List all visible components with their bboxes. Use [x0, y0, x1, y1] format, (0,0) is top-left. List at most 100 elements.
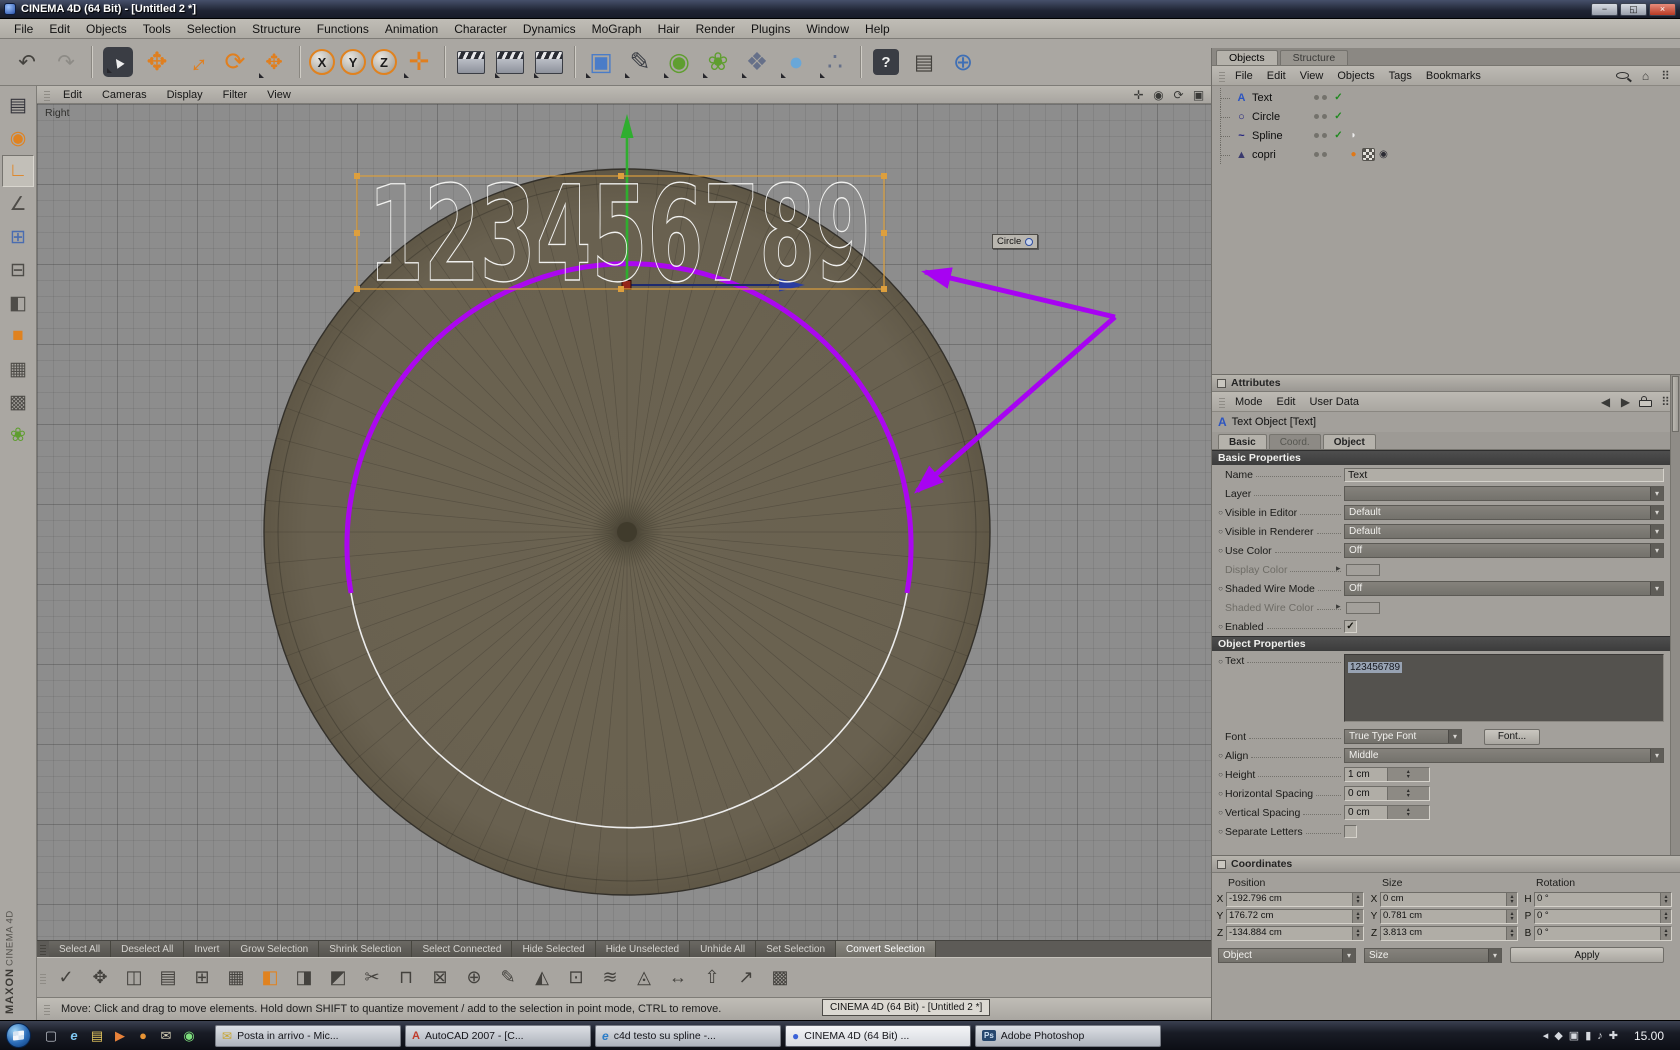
- enabled-checkmark[interactable]: ✓: [1332, 92, 1345, 103]
- size-mode-dropdown[interactable]: Size ▾: [1364, 947, 1502, 963]
- numeric-input[interactable]: 0 cm ▴ ▾: [1344, 805, 1430, 820]
- visibility-dots[interactable]: [1314, 133, 1327, 138]
- font-button[interactable]: Font...: [1484, 728, 1540, 745]
- menu-item[interactable]: Help: [857, 20, 898, 38]
- menu-item[interactable]: Structure: [244, 20, 309, 38]
- dropdown[interactable]: Default ▾: [1344, 505, 1664, 520]
- ie-icon[interactable]: e: [64, 1026, 84, 1046]
- keyframe-dot[interactable]: [1216, 584, 1225, 593]
- numeric-input[interactable]: 0.781 cm ▴ ▾: [1380, 909, 1518, 924]
- close-hole-icon[interactable]: ⊠: [423, 961, 457, 995]
- menu-item[interactable]: Selection: [179, 20, 244, 38]
- keyframe-dot[interactable]: [1216, 808, 1225, 817]
- menu-item[interactable]: MoGraph: [584, 20, 650, 38]
- dropdown-arrow-icon[interactable]: ▾: [1650, 525, 1663, 538]
- numeric-input[interactable]: 0 ° ▴ ▾: [1534, 909, 1672, 924]
- invert-button[interactable]: Invert: [184, 941, 231, 957]
- tray-display-icon[interactable]: ▣: [1569, 1029, 1579, 1042]
- dropdown-arrow-icon[interactable]: ▾: [1650, 544, 1663, 557]
- object-name[interactable]: Spline: [1252, 130, 1314, 142]
- convert-selection-button[interactable]: Convert Selection: [836, 941, 936, 957]
- panel-menu-icon[interactable]: ⠿: [1659, 69, 1672, 83]
- spinner[interactable]: ▴ ▾: [1506, 910, 1517, 923]
- object-row[interactable]: ▲ copri ● ◉: [1212, 145, 1680, 164]
- menu-item[interactable]: Dynamics: [515, 20, 584, 38]
- spinner[interactable]: ▴ ▾: [1352, 927, 1363, 940]
- tablet-icon[interactable]: ▤: [905, 42, 943, 82]
- viewport-menu-item[interactable]: Edit: [53, 89, 92, 101]
- bevel-icon[interactable]: ◩: [321, 961, 355, 995]
- toolbar-separator[interactable]: [574, 46, 576, 78]
- tray-expand-icon[interactable]: ◂: [1543, 1029, 1549, 1042]
- tab-object[interactable]: Object: [1322, 434, 1376, 449]
- object-mode-icon[interactable]: ◉: [2, 122, 34, 154]
- keyframe-dot[interactable]: [1216, 527, 1225, 536]
- spinner[interactable]: ▴ ▾: [1660, 893, 1671, 906]
- panel-menu-item[interactable]: Tags: [1382, 70, 1419, 82]
- lock-z-axis-icon[interactable]: Z: [371, 49, 397, 75]
- next-object-icon[interactable]: ▶: [1619, 395, 1632, 409]
- add-nurbs-icon[interactable]: ◉: [660, 42, 698, 82]
- object-tag[interactable]: ◗: [1347, 129, 1360, 142]
- dropdown-arrow-icon[interactable]: ▾: [1650, 749, 1663, 762]
- spinner[interactable]: ▴ ▾: [1506, 893, 1517, 906]
- texture-axis-mode-icon[interactable]: ▦: [2, 353, 34, 385]
- hide-selected-button[interactable]: Hide Selected: [512, 941, 596, 957]
- undo-icon[interactable]: ↶: [8, 42, 46, 82]
- dropdown[interactable]: Off ▾: [1344, 581, 1664, 596]
- render-view-icon[interactable]: [452, 42, 490, 82]
- tab-coord[interactable]: Coord.: [1268, 434, 1321, 449]
- snap-settings-icon[interactable]: ✓: [49, 961, 83, 995]
- menu-item[interactable]: Functions: [309, 20, 377, 38]
- menu-item[interactable]: Character: [446, 20, 515, 38]
- numeric-input[interactable]: 176.72 cm ▴ ▾: [1226, 909, 1364, 924]
- polygon-mode-icon[interactable]: ◧: [2, 287, 34, 319]
- visibility-dots[interactable]: [1314, 114, 1327, 119]
- deselect-all-button[interactable]: Deselect All: [111, 941, 185, 957]
- object-row[interactable]: ○ Circle ✓: [1212, 107, 1680, 126]
- spinner[interactable]: ▴ ▾: [1352, 893, 1363, 906]
- coordinate-system-icon[interactable]: ✛: [400, 42, 438, 82]
- pan-view-icon[interactable]: ✛: [1132, 88, 1145, 102]
- workplane-icon[interactable]: ▩: [2, 386, 34, 418]
- mirror-icon[interactable]: ◫: [117, 961, 151, 995]
- object-tag[interactable]: [1362, 148, 1375, 161]
- toolbar-separator[interactable]: [860, 46, 862, 78]
- prev-object-icon[interactable]: ◀: [1599, 395, 1612, 409]
- enabled-checkmark[interactable]: ✓: [1332, 111, 1345, 122]
- menu-item[interactable]: File: [6, 20, 41, 38]
- task-photoshop[interactable]: Ps Adobe Photoshop: [975, 1024, 1161, 1047]
- panel-menu-item[interactable]: View: [1293, 70, 1331, 82]
- spinner[interactable]: ▴ ▾: [1660, 927, 1671, 940]
- viewport-menu-item[interactable]: Filter: [213, 89, 257, 101]
- point-mode-icon[interactable]: ⊞: [2, 221, 34, 253]
- tab-basic[interactable]: Basic: [1218, 434, 1267, 449]
- coordinate-mode-dropdown[interactable]: Object ▾: [1218, 947, 1356, 963]
- dropdown-arrow-icon[interactable]: ▾: [1650, 506, 1663, 519]
- array-icon[interactable]: ▤: [151, 961, 185, 995]
- rotate-view-icon[interactable]: ⟳: [1172, 88, 1185, 102]
- brush-icon[interactable]: ✎: [491, 961, 525, 995]
- keyframe-dot[interactable]: [1216, 657, 1225, 666]
- viewport-menu-item[interactable]: View: [257, 89, 301, 101]
- task-c4d[interactable]: ● CINEMA 4D (64 Bit) ...: [785, 1024, 971, 1047]
- tab-objects[interactable]: Objects: [1216, 50, 1278, 65]
- spinner[interactable]: ▴ ▾: [1386, 768, 1429, 781]
- menu-item[interactable]: Hair: [650, 20, 688, 38]
- show-desktop-icon[interactable]: ▢: [41, 1026, 61, 1046]
- object-axis-mode-icon[interactable]: ∠: [2, 188, 34, 220]
- dropdown-arrow-icon[interactable]: ▾: [1650, 582, 1663, 595]
- numeric-input[interactable]: 3.813 cm ▴ ▾: [1380, 926, 1518, 941]
- checkbox[interactable]: ✓: [1344, 620, 1357, 633]
- lock-y-axis-icon[interactable]: Y: [340, 49, 366, 75]
- media-player-icon[interactable]: ▶: [110, 1026, 130, 1046]
- viewport-menu-item[interactable]: Cameras: [92, 89, 157, 101]
- render-settings-icon[interactable]: [530, 42, 568, 82]
- active-tool-icon[interactable]: ✥: [255, 42, 293, 82]
- numeric-input[interactable]: 1 cm ▴ ▾: [1344, 767, 1430, 782]
- panel-menu-item[interactable]: File: [1228, 70, 1260, 82]
- apply-button[interactable]: Apply: [1510, 947, 1664, 963]
- panel-menu-item[interactable]: Bookmarks: [1419, 70, 1488, 82]
- edge-mode-icon[interactable]: ⊟: [2, 254, 34, 286]
- rotate-tool-icon[interactable]: ⟳: [216, 42, 254, 82]
